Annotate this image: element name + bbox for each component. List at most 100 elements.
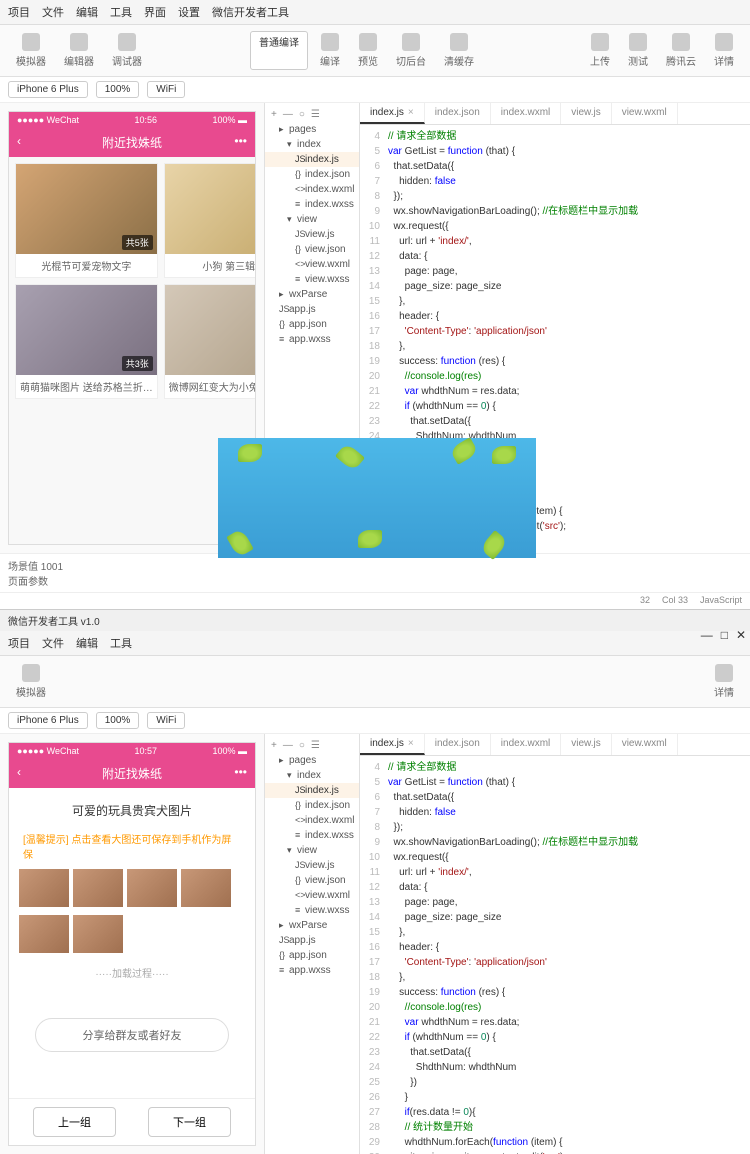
device-select-2[interactable]: iPhone 6 Plus: [8, 712, 88, 729]
menu-微信开发者工具[interactable]: 微信开发者工具: [212, 4, 289, 20]
tool-切后台[interactable]: 切后台: [388, 31, 434, 70]
file-pages[interactable]: ▸pages: [265, 122, 359, 137]
file-view.json[interactable]: {}view.json: [265, 242, 359, 257]
thumbnail[interactable]: [127, 869, 177, 907]
file-index.js[interactable]: JSindex.js: [265, 783, 359, 798]
file-wxParse[interactable]: ▸wxParse: [265, 918, 359, 933]
menu-编辑[interactable]: 编辑: [76, 4, 98, 20]
file-view.wxml[interactable]: <>view.wxml: [265, 888, 359, 903]
menu-编辑[interactable]: 编辑: [76, 635, 98, 651]
file-index.wxss[interactable]: ≡index.wxss: [265, 828, 359, 843]
menu-项目[interactable]: 项目: [8, 635, 30, 651]
tool-调试器[interactable]: 调试器: [104, 31, 150, 70]
zoom-select-2[interactable]: 100%: [96, 712, 140, 729]
tab-index.wxml[interactable]: index.wxml: [491, 103, 561, 124]
back-icon[interactable]: ‹: [17, 134, 21, 148]
tree-op[interactable]: +: [271, 109, 277, 120]
file-index.wxml[interactable]: <>index.wxml: [265, 813, 359, 828]
file-app.json[interactable]: {}app.json: [265, 317, 359, 332]
tree-op[interactable]: ○: [299, 740, 305, 751]
tool-编译[interactable]: 编译: [312, 31, 348, 70]
menu-项目[interactable]: 项目: [8, 4, 30, 20]
tree-op[interactable]: —: [283, 109, 293, 120]
more-icon[interactable]: •••: [234, 134, 247, 148]
code-editor-2[interactable]: 4// 请求全部数据5var GetList = function (that)…: [360, 756, 750, 1154]
tab-index.json[interactable]: index.json: [425, 103, 491, 124]
tab-view.js[interactable]: view.js: [561, 103, 611, 124]
file-app.js[interactable]: JSapp.js: [265, 933, 359, 948]
file-index.wxss[interactable]: ≡index.wxss: [265, 197, 359, 212]
file-app.json[interactable]: {}app.json: [265, 948, 359, 963]
file-index.json[interactable]: {}index.json: [265, 798, 359, 813]
thumbnail[interactable]: [19, 915, 69, 953]
menu-工具[interactable]: 工具: [110, 4, 132, 20]
share-button[interactable]: 分享给群友或者好友: [35, 1018, 229, 1052]
file-index.js[interactable]: JSindex.js: [265, 152, 359, 167]
file-index.wxml[interactable]: <>index.wxml: [265, 182, 359, 197]
close-icon[interactable]: ×: [408, 738, 414, 749]
file-index[interactable]: ▾index: [265, 137, 359, 152]
file-view.json[interactable]: {}view.json: [265, 873, 359, 888]
tree-op[interactable]: —: [283, 740, 293, 751]
thumbnail[interactable]: [19, 869, 69, 907]
tool-编辑器[interactable]: 编辑器: [56, 31, 102, 70]
menu-界面[interactable]: 界面: [144, 4, 166, 20]
tree-op[interactable]: ☰: [311, 109, 320, 120]
tree-op[interactable]: ○: [299, 109, 305, 120]
thumbnail[interactable]: [73, 869, 123, 907]
thumbnail[interactable]: [73, 915, 123, 953]
compile-mode-dropdown[interactable]: 普通编译: [250, 31, 308, 70]
file-app.js[interactable]: JSapp.js: [265, 302, 359, 317]
tab-view.js[interactable]: view.js: [561, 734, 611, 755]
file-view.js[interactable]: JSview.js: [265, 858, 359, 873]
file-app.wxss[interactable]: ≡app.wxss: [265, 332, 359, 347]
menu-工具[interactable]: 工具: [110, 635, 132, 651]
back-icon[interactable]: ‹: [17, 765, 21, 779]
menu-文件[interactable]: 文件: [42, 635, 64, 651]
tab-view.wxml[interactable]: view.wxml: [612, 734, 678, 755]
tool-上传[interactable]: 上传: [582, 31, 618, 70]
tab-index.wxml[interactable]: index.wxml: [491, 734, 561, 755]
thumbnail[interactable]: [181, 869, 231, 907]
tab-view.wxml[interactable]: view.wxml: [612, 103, 678, 124]
file-wxParse[interactable]: ▸wxParse: [265, 287, 359, 302]
file-view[interactable]: ▾view: [265, 212, 359, 227]
close-icon[interactable]: ×: [408, 107, 414, 118]
tree-op[interactable]: +: [271, 740, 277, 751]
zoom-select[interactable]: 100%: [96, 81, 140, 98]
file-view.js[interactable]: JSview.js: [265, 227, 359, 242]
tool-清缓存[interactable]: 清缓存: [436, 31, 482, 70]
file-index.json[interactable]: {}index.json: [265, 167, 359, 182]
tool-腾讯云[interactable]: 腾讯云: [658, 31, 704, 70]
more-icon[interactable]: •••: [234, 765, 247, 779]
tab-index.js[interactable]: index.js×: [360, 103, 425, 124]
file-index[interactable]: ▾index: [265, 768, 359, 783]
file-view.wxml[interactable]: <>view.wxml: [265, 257, 359, 272]
tool-模拟器[interactable]: 模拟器: [8, 662, 54, 701]
network-select-2[interactable]: WiFi: [147, 712, 185, 729]
tool-详情[interactable]: 详情: [706, 31, 742, 70]
file-pages[interactable]: ▸pages: [265, 753, 359, 768]
menu-文件[interactable]: 文件: [42, 4, 64, 20]
next-button[interactable]: 下一组: [148, 1107, 231, 1137]
tool-测试[interactable]: 测试: [620, 31, 656, 70]
tree-op[interactable]: ☰: [311, 740, 320, 751]
image-card[interactable]: 共4张小狗 第三辑: [164, 163, 255, 278]
image-card[interactable]: 共5张光棍节可爱宠物文字: [15, 163, 158, 278]
image-card[interactable]: 共2张微博网红变大为小兔子图片: [164, 284, 255, 399]
tool-模拟器[interactable]: 模拟器: [8, 31, 54, 70]
details-button-2[interactable]: 详情: [706, 662, 742, 701]
network-select[interactable]: WiFi: [147, 81, 185, 98]
menu-设置[interactable]: 设置: [178, 4, 200, 20]
tab-index.json[interactable]: index.json: [425, 734, 491, 755]
file-view[interactable]: ▾view: [265, 843, 359, 858]
image-card[interactable]: 共3张萌萌猫咪图片 送给苏格兰折…: [15, 284, 158, 399]
file-view.wxss[interactable]: ≡view.wxss: [265, 903, 359, 918]
file-app.wxss[interactable]: ≡app.wxss: [265, 963, 359, 978]
tab-index.js[interactable]: index.js×: [360, 734, 425, 755]
prev-button[interactable]: 上一组: [33, 1107, 116, 1137]
window-controls[interactable]: —□✕: [701, 628, 746, 642]
file-view.wxss[interactable]: ≡view.wxss: [265, 272, 359, 287]
tool-预览[interactable]: 预览: [350, 31, 386, 70]
device-select[interactable]: iPhone 6 Plus: [8, 81, 88, 98]
